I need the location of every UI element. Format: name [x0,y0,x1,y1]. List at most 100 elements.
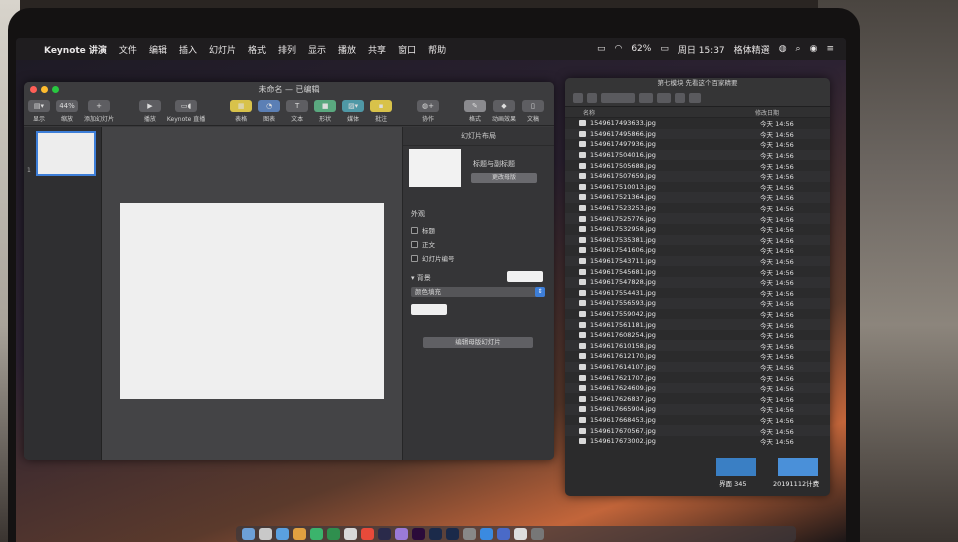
change-master-button[interactable]: 更改母版 [471,173,537,183]
app-icon[interactable] [361,528,374,540]
file-row[interactable]: 1549617497936.jpg 今天 14:56 [565,139,830,150]
shape-button[interactable]: ■ 形状 [314,100,337,123]
menu-item[interactable]: 窗口 [398,43,416,56]
notification-center-icon[interactable]: ≡ [826,44,834,54]
menu-item[interactable]: 插入 [179,43,197,56]
table-button[interactable]: ▦ 表格 [230,100,253,123]
file-row[interactable]: 1549617493633.jpg 今天 14:56 [565,118,830,129]
wechat-icon[interactable] [310,528,323,540]
group-icon[interactable] [639,92,653,103]
file-row[interactable]: 1549617610158.jpg 今天 14:56 [565,340,830,352]
launchpad-icon[interactable] [259,528,272,540]
title-checkbox[interactable]: 标题 [411,225,435,235]
add-slide-button[interactable]: + 添加幻灯片 [84,100,114,123]
file-row[interactable]: 1549617673002.jpg 今天 14:56 [565,436,830,447]
menu-item[interactable]: 帮助 [428,43,446,56]
app-icon[interactable] [463,528,476,540]
collaborate-button[interactable]: ◍+ 协作 [417,100,440,123]
tag-icon[interactable] [689,92,701,103]
file-row[interactable]: 1549617626837.jpg 今天 14:56 [565,393,830,404]
forward-icon[interactable] [587,92,597,103]
file-row[interactable]: 1549617523253.jpg 今天 14:56 [565,203,830,214]
slide-number-checkbox[interactable]: 幻灯片编号 [411,253,455,263]
file-row[interactable]: 1549617532958.jpg 今天 14:56 [565,224,830,235]
file-row[interactable]: 1549617507659.jpg 今天 14:56 [565,170,830,182]
view-button[interactable]: ▤▾ 显示 [28,100,50,123]
keynote-live-button[interactable]: ▭◖ Keynote 直播 [167,100,205,123]
battery-percent[interactable]: 62% [631,44,651,54]
menu-item[interactable]: 文件 [119,43,137,56]
document-icon[interactable] [514,528,527,540]
text-button[interactable]: T 文本 [286,100,309,123]
status-app-label[interactable]: 格体精選 [734,43,770,56]
siri-icon[interactable]: ◉ [810,44,818,54]
desktop-item-label[interactable]: 界面 345 [719,478,746,488]
menu-item[interactable]: 显示 [308,43,326,56]
file-row[interactable]: 1549617608254.jpg 今天 14:56 [565,330,830,341]
media-button[interactable]: ▨▾ 媒体 [342,100,365,123]
chrome-icon[interactable] [293,528,306,540]
slide[interactable] [120,203,384,399]
fill-color-well[interactable] [411,304,447,315]
edit-master-slide-button[interactable]: 编辑母版幻灯片 [423,337,533,348]
file-row[interactable]: 1549617665904.jpg 今天 14:56 [565,404,830,415]
app-icon[interactable] [395,528,408,540]
slide-thumbnail[interactable] [36,131,96,176]
menu-app-name[interactable]: Keynote 讲演 [44,43,107,56]
file-row[interactable]: 1549617612170.jpg 今天 14:56 [565,351,830,362]
file-row[interactable]: 1549617521364.jpg 今天 14:56 [565,192,830,203]
file-row[interactable]: 1549617559042.jpg 今天 14:56 [565,309,830,320]
file-row[interactable]: 1549617556593.jpg 今天 14:56 [565,298,830,309]
name-column-header[interactable]: 名称 [565,108,755,117]
document-button[interactable]: ▯ 文稿 [521,100,544,123]
user-icon[interactable]: ◍ [779,44,787,54]
app-icon[interactable] [344,528,357,540]
finder-app-icon[interactable] [242,528,255,540]
after-effects-icon[interactable] [412,528,425,540]
chart-button[interactable]: ◔ 图表 [258,100,281,123]
spotlight-icon[interactable]: ⌕ [796,44,801,54]
file-row[interactable]: 1549617543711.jpg 今天 14:56 [565,255,830,267]
date-column-header[interactable]: 修改日期 [755,108,779,117]
wifi-icon[interactable]: ◠ [614,44,622,54]
back-icon[interactable] [573,92,583,103]
menu-item[interactable]: 排列 [278,43,296,56]
file-row[interactable]: 1549617621707.jpg 今天 14:56 [565,372,830,383]
desktop-item-label[interactable]: 20191112计费 [773,478,819,488]
file-row[interactable]: 1549617668453.jpg 今天 14:56 [565,415,830,426]
safari-icon[interactable] [276,528,289,540]
photoshop-icon[interactable] [446,528,459,540]
file-row[interactable]: 1549617554431.jpg 今天 14:56 [565,288,830,299]
app-store-icon[interactable] [480,528,493,540]
body-checkbox[interactable]: 正文 [411,239,435,249]
file-row[interactable]: 1549617547828.jpg 今天 14:56 [565,276,830,288]
file-row[interactable]: 1549617541606.jpg 今天 14:56 [565,245,830,256]
file-row[interactable]: 1549617561181.jpg 今天 14:56 [565,319,830,330]
file-row[interactable]: 1549617495866.jpg 今天 14:56 [565,128,830,140]
animate-button[interactable]: ◆ 动画效果 [492,100,516,123]
fill-type-select[interactable]: 颜色填充 ⇕ [411,287,545,297]
menu-item[interactable]: 播放 [338,43,356,56]
menu-item[interactable]: 编辑 [149,43,167,56]
view-mode-icon[interactable] [601,92,635,103]
play-button[interactable]: ▶ 播放 [138,100,161,123]
airplay-icon[interactable]: ▭ [597,44,606,54]
format-button[interactable]: ✎ 格式 [463,100,486,123]
menu-item[interactable]: 幻灯片 [209,43,236,56]
gear-icon[interactable] [657,92,671,103]
menu-item[interactable]: 格式 [248,43,266,56]
layout-preview[interactable] [409,149,461,187]
audition-icon[interactable] [429,528,442,540]
file-row[interactable]: 1549617624609.jpg 今天 14:56 [565,382,830,394]
file-row[interactable]: 1549617525776.jpg 今天 14:56 [565,213,830,224]
file-row[interactable]: 1549617510013.jpg 今天 14:56 [565,182,830,193]
share-icon[interactable] [675,92,685,103]
background-color-swatch[interactable] [507,271,543,282]
app-icon[interactable] [378,528,391,540]
menu-clock[interactable]: 周日 15:37 [678,43,725,56]
file-row[interactable]: 1549617670567.jpg 今天 14:56 [565,425,830,436]
menu-item[interactable]: 共享 [368,43,386,56]
desktop-folder-icon[interactable] [778,458,818,476]
desktop-folder-icon[interactable] [716,458,756,476]
keynote-app-icon[interactable] [497,528,510,540]
